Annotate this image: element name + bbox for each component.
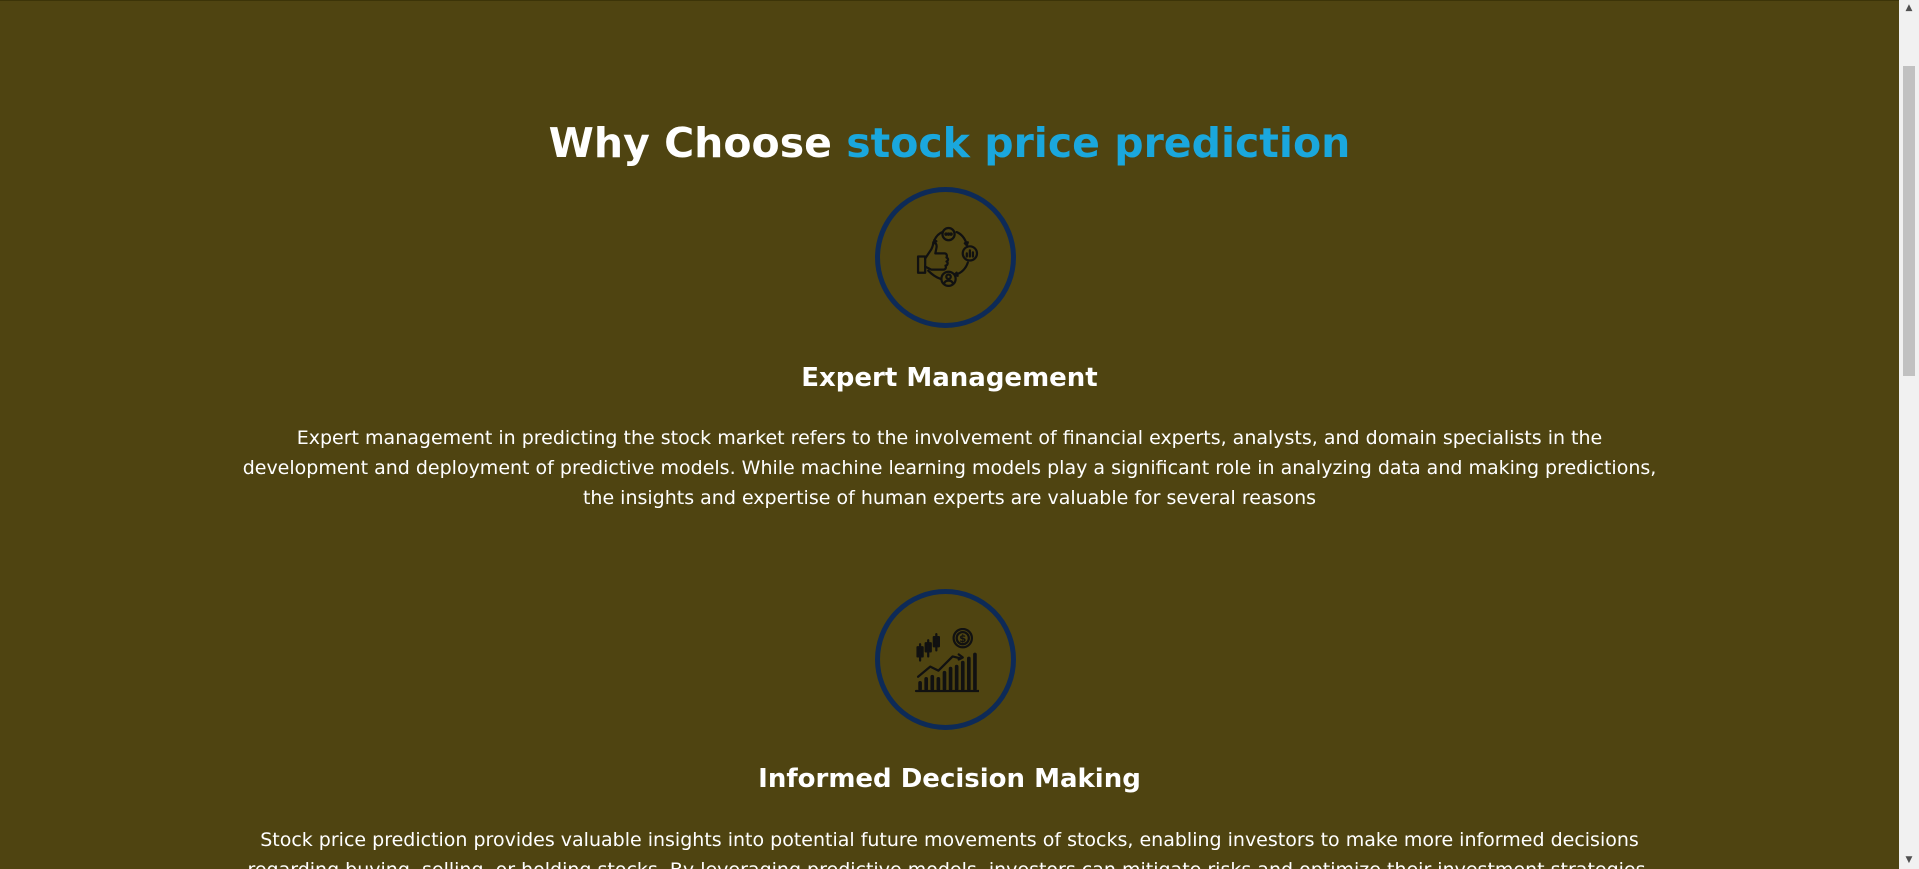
vertical-scrollbar[interactable]: ▲ ▼ xyxy=(1899,0,1919,869)
section-title-accent: stock price prediction xyxy=(846,119,1351,168)
section-title: Why Choose stock price prediction xyxy=(0,115,1899,171)
feature-text-expert-management: Expert management in predicting the stoc… xyxy=(242,427,1657,509)
scrollbar-thumb[interactable] xyxy=(1903,66,1915,376)
stock-growth-icon-circle: $ xyxy=(875,589,1016,730)
stock-growth-chart-icon: $ xyxy=(914,628,979,693)
page: Why Choose stock price prediction Expert… xyxy=(0,0,1899,869)
feature-title-expert-management: Expert Management xyxy=(801,363,1098,393)
feature-text-informed-decision-making: Stock price prediction provides valuable… xyxy=(247,829,1651,869)
scroll-down-arrow-icon[interactable]: ▼ xyxy=(1899,852,1919,869)
feature-title-informed-decision-making: Informed Decision Making xyxy=(758,764,1141,794)
expert-management-icon-circle xyxy=(875,187,1016,328)
expert-management-icon xyxy=(916,226,979,288)
section-title-prefix: Why Choose xyxy=(548,119,832,168)
scroll-up-arrow-icon[interactable]: ▲ xyxy=(1899,0,1919,17)
svg-text:$: $ xyxy=(959,634,966,645)
